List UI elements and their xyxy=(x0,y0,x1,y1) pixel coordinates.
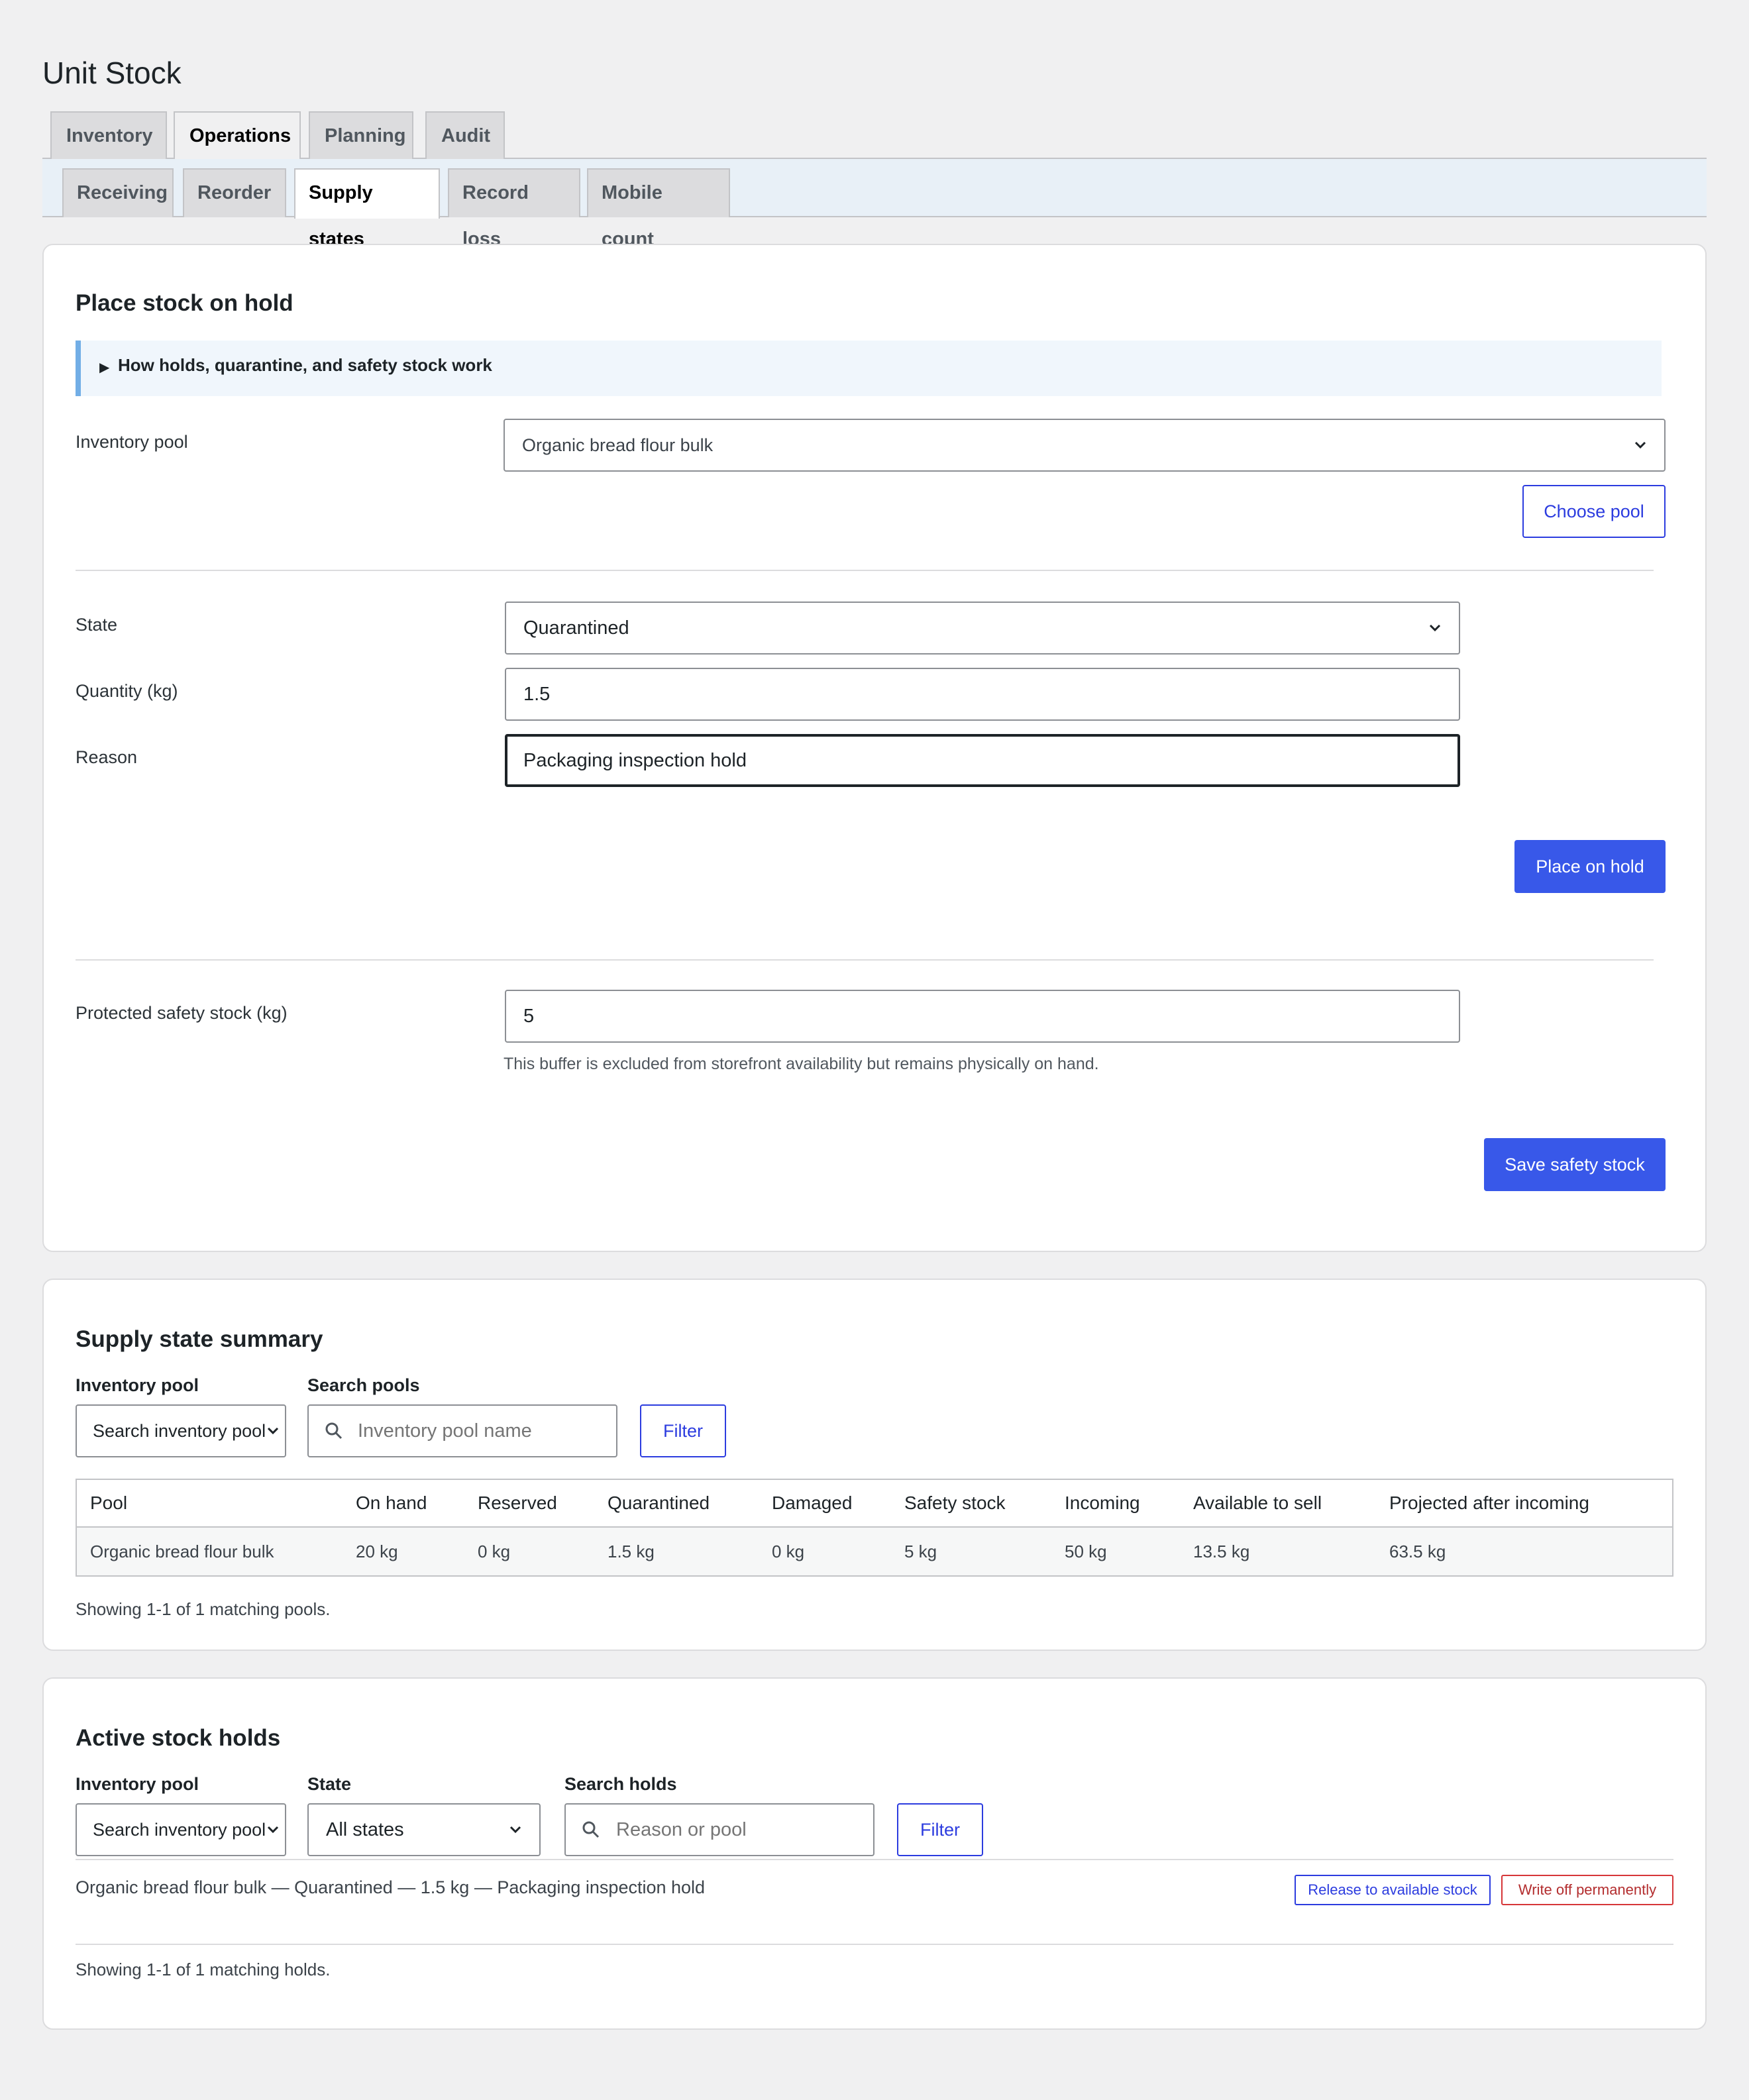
holds-search-label: Search holds xyxy=(564,1774,677,1794)
holds-pool-filter-label: Inventory pool xyxy=(76,1774,199,1794)
col-quarantined: Quarantined xyxy=(594,1479,759,1528)
tab-operations[interactable]: Operations xyxy=(174,111,301,160)
main-tab-bar: Inventory Operations Planning Audit xyxy=(42,110,1707,160)
col-projected-after-incoming: Projected after incoming xyxy=(1376,1479,1673,1528)
summary-filter-button[interactable]: Filter xyxy=(640,1404,726,1457)
hold-form-title: Place stock on hold xyxy=(76,290,293,316)
cell-reserved: 0 kg xyxy=(464,1527,594,1577)
holds-showing-count: Showing 1-1 of 1 matching holds. xyxy=(76,1960,331,1979)
reason-label: Reason xyxy=(76,747,138,767)
page: Unit Stock Inventory Operations Planning… xyxy=(0,0,1749,2100)
cell-on-hand: 20 kg xyxy=(343,1527,464,1577)
summary-pool-filter-select[interactable]: Search inventory pools xyxy=(76,1404,286,1457)
cell-incoming: 50 kg xyxy=(1051,1527,1180,1577)
quantity-label: Quantity (kg) xyxy=(76,681,178,701)
col-available-to-sell: Available to sell xyxy=(1180,1479,1376,1528)
summary-showing-count: Showing 1-1 of 1 matching pools. xyxy=(76,1599,331,1619)
col-on-hand: On hand xyxy=(343,1479,464,1528)
summary-pool-filter-value: Search inventory pools xyxy=(93,1420,275,1441)
holds-filter-button[interactable]: Filter xyxy=(897,1803,983,1856)
divider xyxy=(76,1944,1673,1945)
disclosure-triangle-icon: ▶ xyxy=(99,360,110,375)
safety-stock-label: Protected safety stock (kg) xyxy=(76,1003,288,1023)
safety-stock-hint: This buffer is excluded from storefront … xyxy=(504,1055,1099,1073)
hold-form-card: Place stock on hold ▶ How holds, quarant… xyxy=(42,244,1707,1252)
cell-projected-after-incoming: 63.5 kg xyxy=(1376,1527,1673,1577)
tab-inventory[interactable]: Inventory xyxy=(50,111,167,159)
col-incoming: Incoming xyxy=(1051,1479,1180,1528)
tab-audit[interactable]: Audit xyxy=(425,111,505,159)
holds-search-input[interactable]: Reason or pool xyxy=(564,1803,874,1856)
divider xyxy=(76,1859,1673,1860)
summary-pool-filter-label: Inventory pool xyxy=(76,1375,199,1395)
holds-state-filter-label: State xyxy=(307,1774,352,1794)
col-pool: Pool xyxy=(76,1479,343,1528)
cell-available-to-sell: 13.5 kg xyxy=(1180,1527,1376,1577)
search-icon xyxy=(582,1821,600,1838)
chevron-down-icon xyxy=(1634,441,1646,449)
info-toggle-label: How holds, quarantine, and safety stock … xyxy=(118,355,492,375)
safety-stock-input[interactable]: 5 xyxy=(505,990,1460,1043)
reason-input[interactable]: Packaging inspection hold xyxy=(505,734,1460,787)
col-reserved: Reserved xyxy=(464,1479,594,1528)
state-select-value: Quarantined xyxy=(523,617,629,639)
chevron-down-icon xyxy=(509,1826,521,1834)
summary-card: Supply state summary Inventory pool Sear… xyxy=(42,1279,1707,1651)
cell-quarantined: 1.5 kg xyxy=(594,1527,759,1577)
holds-pool-filter-value: Search inventory pools xyxy=(93,1819,275,1840)
sub-tab-bar: Receiving Reorder Supply states Record l… xyxy=(42,159,1707,250)
pool-select[interactable]: Organic bread flour bulk xyxy=(504,419,1666,472)
table-header-row: Pool On hand Reserved Quarantined Damage… xyxy=(76,1479,1673,1528)
search-icon xyxy=(325,1422,343,1440)
state-label: State xyxy=(76,615,118,635)
summary-search-label: Search pools xyxy=(307,1375,420,1395)
summary-title: Supply state summary xyxy=(76,1326,323,1352)
summary-search-input[interactable]: Inventory pool name xyxy=(307,1404,617,1457)
holds-card: Active stock holds Inventory pool Search… xyxy=(42,1677,1707,2030)
state-select[interactable]: Quarantined xyxy=(505,602,1460,655)
holds-pool-filter-select[interactable]: Search inventory pools xyxy=(76,1803,286,1856)
pool-select-value: Organic bread flour bulk xyxy=(522,435,714,455)
quantity-input[interactable]: 1.5 xyxy=(505,668,1460,721)
summary-table: Pool On hand Reserved Quarantined Damage… xyxy=(76,1479,1673,1577)
summary-search-placeholder: Inventory pool name xyxy=(358,1420,532,1442)
write-off-button[interactable]: Write off permanently xyxy=(1501,1875,1673,1905)
choose-pool-button[interactable]: Choose pool xyxy=(1522,485,1666,538)
table-row: Organic bread flour bulk 20 kg 0 kg 1.5 … xyxy=(76,1527,1673,1577)
info-toggle[interactable]: ▶ How holds, quarantine, and safety stoc… xyxy=(76,341,1662,396)
col-safety-stock: Safety stock xyxy=(891,1479,1051,1528)
divider xyxy=(76,570,1654,571)
col-damaged: Damaged xyxy=(759,1479,891,1528)
pool-label: Inventory pool xyxy=(76,432,188,452)
subtab-supply-states[interactable]: Supply states xyxy=(294,168,440,250)
chevron-down-icon xyxy=(1429,624,1441,632)
holds-search-placeholder: Reason or pool xyxy=(616,1818,747,1840)
divider xyxy=(76,959,1654,961)
holds-state-filter-value: All states xyxy=(326,1818,404,1840)
subtab-record-loss[interactable]: Record loss xyxy=(448,168,580,250)
subtab-receiving[interactable]: Receiving xyxy=(62,168,174,217)
cell-damaged: 0 kg xyxy=(759,1527,891,1577)
place-on-hold-button[interactable]: Place on hold xyxy=(1514,840,1666,893)
chevron-down-icon xyxy=(266,1424,280,1438)
save-safety-stock-button[interactable]: Save safety stock xyxy=(1484,1138,1666,1191)
subtab-reorder[interactable]: Reorder xyxy=(183,168,286,217)
cell-safety-stock: 5 kg xyxy=(891,1527,1051,1577)
subtab-mobile-count[interactable]: Mobile count xyxy=(587,168,730,250)
page-title: Unit Stock xyxy=(42,56,182,90)
tab-planning[interactable]: Planning xyxy=(309,111,413,159)
holds-title: Active stock holds xyxy=(76,1725,281,1751)
chevron-down-icon xyxy=(266,1823,280,1836)
holds-state-filter-select[interactable]: All states xyxy=(307,1803,541,1856)
release-to-available-button[interactable]: Release to available stock xyxy=(1295,1875,1491,1905)
cell-pool: Organic bread flour bulk xyxy=(76,1527,343,1577)
hold-item-text: Organic bread flour bulk — Quarantined —… xyxy=(76,1877,706,1897)
